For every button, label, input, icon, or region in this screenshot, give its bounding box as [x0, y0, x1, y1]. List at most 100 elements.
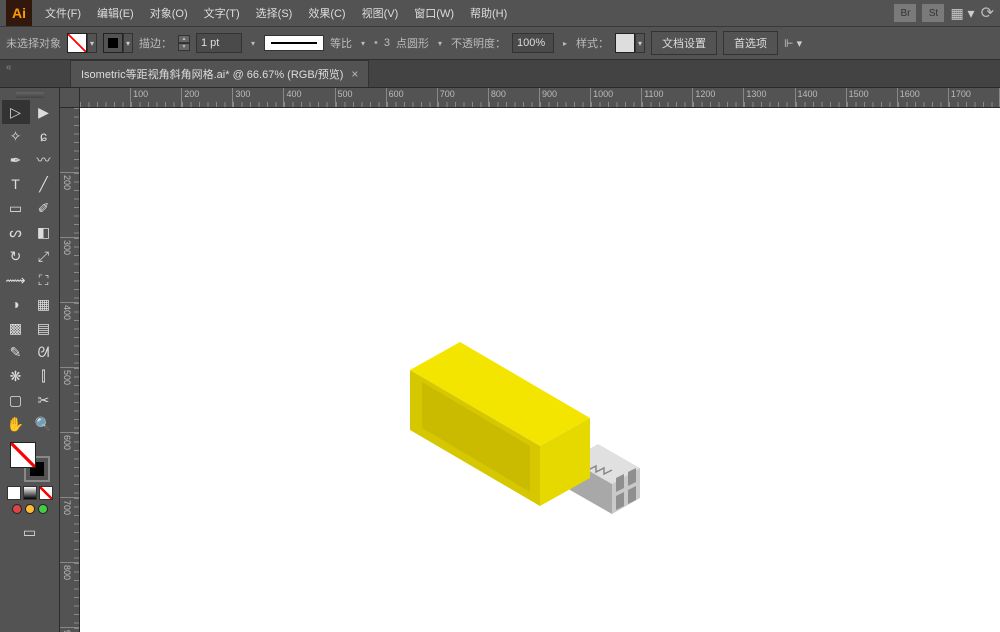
color-mode-solid[interactable] [7, 486, 21, 500]
eraser-tool[interactable]: ◧ [30, 220, 58, 244]
eyedropper-tool[interactable]: ✎ [2, 340, 30, 364]
ruler-h-tick: 1700 [949, 88, 1000, 107]
app-logo: Ai [6, 0, 32, 26]
tab-strip-grip: « [6, 62, 12, 73]
line-tool[interactable]: ╱ [30, 172, 58, 196]
menu-edit[interactable]: 编辑(E) [90, 1, 141, 25]
menu-effect[interactable]: 效果(C) [301, 1, 352, 25]
free-transform-tool[interactable]: ⛶ [30, 268, 58, 292]
hand-tool[interactable]: ✋ [2, 412, 30, 436]
ruler-v-tick: 400 [60, 303, 79, 368]
rectangle-tool[interactable]: ▭ [2, 196, 30, 220]
menu-object[interactable]: 对象(O) [143, 1, 195, 25]
selection-tool[interactable]: ▷ [2, 100, 30, 124]
stroke-weight-spinner[interactable]: ▴▾ [178, 35, 190, 51]
align-icon[interactable]: ⊩ ▾ [784, 37, 802, 50]
sync-icon[interactable]: ⟳ [981, 3, 994, 23]
slice-tool[interactable]: ✂ [30, 388, 58, 412]
zoom-tool[interactable]: 🔍 [30, 412, 58, 436]
menu-file[interactable]: 文件(F) [38, 1, 88, 25]
scale-tool[interactable]: ⤢ [30, 244, 58, 268]
screen-mode-button[interactable]: ▭ [16, 520, 44, 544]
ruler-v-tick: 200 [60, 173, 79, 238]
menu-type[interactable]: 文字(T) [197, 1, 247, 25]
vertical-ruler[interactable]: 2003004005006007008009001000 [60, 108, 80, 632]
stroke-weight-field[interactable]: 1 pt [196, 33, 242, 53]
stroke-profile-preview[interactable] [264, 35, 324, 51]
graphic-style-swatch[interactable]: ▾ [615, 33, 645, 53]
ruler-v-tick: 300 [60, 238, 79, 303]
ruler-h-tick: 600 [387, 88, 438, 107]
artboard-tool[interactable]: ▢ [2, 388, 30, 412]
ruler-h-tick: 100 [131, 88, 182, 107]
work-area: 1002003004005006007008009001000110012001… [60, 88, 1000, 632]
width-tool[interactable]: ⟿ [2, 268, 30, 292]
color-mode-none[interactable] [39, 486, 53, 500]
fill-stroke-indicator[interactable] [10, 442, 50, 482]
selection-status: 未选择对象 [6, 35, 61, 51]
bridge-icon[interactable]: Br [894, 4, 916, 22]
dot-green[interactable] [38, 504, 48, 514]
rotate-tool[interactable]: ↻ [2, 244, 30, 268]
options-bar: 未选择对象 ▾ ▾ 描边： ▴▾ 1 pt ▾ 等比 ▾ • 3 点圆形 ▾ 不… [0, 26, 1000, 60]
menu-help[interactable]: 帮助(H) [463, 1, 514, 25]
ruler-h-tick: 200 [182, 88, 233, 107]
direct-selection-tool[interactable]: ▶ [30, 100, 58, 124]
menu-select[interactable]: 选择(S) [249, 1, 300, 25]
ruler-h-tick: 1300 [744, 88, 795, 107]
style-label: 样式： [576, 35, 609, 51]
ruler-origin[interactable] [60, 88, 80, 108]
stroke-profile-dropdown[interactable]: ▾ [358, 39, 368, 48]
blend-tool[interactable]: ᘛ [30, 340, 58, 364]
arrange-documents-icon[interactable]: ▦ ▾ [950, 5, 974, 22]
menu-view[interactable]: 视图(V) [355, 1, 406, 25]
shape-builder-tool[interactable]: ◑ [2, 292, 30, 316]
type-tool[interactable]: T [2, 172, 30, 196]
toolbar: ▷▶✧ɕ✒〰T╱▭✐ᔕ◧↻⤢⟿⛶◑▦▩▤✎ᘛ❋⫿▢✂✋🔍 ▭ [0, 88, 60, 632]
mesh-tool[interactable]: ▩ [2, 316, 30, 340]
ruler-h-tick: 300 [233, 88, 284, 107]
ruler-h-tick: 1100 [642, 88, 693, 107]
paintbrush-tool[interactable]: ✐ [30, 196, 58, 220]
lasso-tool[interactable]: ɕ [30, 124, 58, 148]
ruler-v-tick: 700 [60, 498, 79, 563]
screen-mode-dots [12, 504, 48, 514]
perspective-tool[interactable]: ▦ [30, 292, 58, 316]
usb-illustration [390, 278, 650, 538]
preferences-button[interactable]: 首选项 [723, 31, 778, 55]
opacity-dropdown[interactable]: ▸ [560, 39, 570, 48]
document-tabs: « Isometric等距视角斜角网格.ai* @ 66.67% (RGB/预览… [0, 60, 1000, 88]
symbol-sprayer-tool[interactable]: ❋ [2, 364, 30, 388]
ruler-v-tick: 600 [60, 433, 79, 498]
close-tab-icon[interactable]: × [351, 67, 358, 81]
document-tab[interactable]: Isometric等距视角斜角网格.ai* @ 66.67% (RGB/预览) … [70, 60, 369, 87]
brush-dropdown[interactable]: ▾ [435, 39, 445, 48]
horizontal-ruler[interactable]: 1002003004005006007008009001000110012001… [80, 88, 1000, 108]
pen-tool[interactable]: ✒ [2, 148, 30, 172]
opacity-field[interactable]: 100% [512, 33, 554, 53]
toolbar-grip[interactable] [16, 92, 44, 98]
stock-icon[interactable]: St [922, 4, 944, 22]
stroke-weight-dropdown[interactable]: ▾ [248, 39, 258, 48]
ruler-h-tick: 800 [489, 88, 540, 107]
ruler-h-tick: 1000 [591, 88, 642, 107]
menu-bar: Ai 文件(F) 编辑(E) 对象(O) 文字(T) 选择(S) 效果(C) 视… [0, 0, 1000, 26]
document-setup-button[interactable]: 文档设置 [651, 31, 717, 55]
magic-wand-tool[interactable]: ✧ [2, 124, 30, 148]
ruler-h-tick: 1200 [693, 88, 744, 107]
column-graph-tool[interactable]: ⫿ [30, 364, 58, 388]
canvas[interactable] [80, 108, 1000, 632]
main-area: ▷▶✧ɕ✒〰T╱▭✐ᔕ◧↻⤢⟿⛶◑▦▩▤✎ᘛ❋⫿▢✂✋🔍 ▭ 100200300… [0, 88, 1000, 632]
brush-shape: 点圆形 [396, 35, 429, 51]
opacity-label: 不透明度： [451, 35, 506, 51]
stroke-swatch[interactable]: ▾ [103, 33, 133, 53]
dot-red[interactable] [12, 504, 22, 514]
fill-swatch[interactable]: ▾ [67, 33, 97, 53]
gradient-tool[interactable]: ▤ [30, 316, 58, 340]
menu-window[interactable]: 窗口(W) [407, 1, 461, 25]
color-mode-gradient[interactable] [23, 486, 37, 500]
dot-yellow[interactable] [25, 504, 35, 514]
document-tab-title: Isometric等距视角斜角网格.ai* @ 66.67% (RGB/预览) [81, 66, 343, 82]
shaper-tool[interactable]: ᔕ [2, 220, 30, 244]
curvature-tool[interactable]: 〰 [30, 148, 58, 172]
